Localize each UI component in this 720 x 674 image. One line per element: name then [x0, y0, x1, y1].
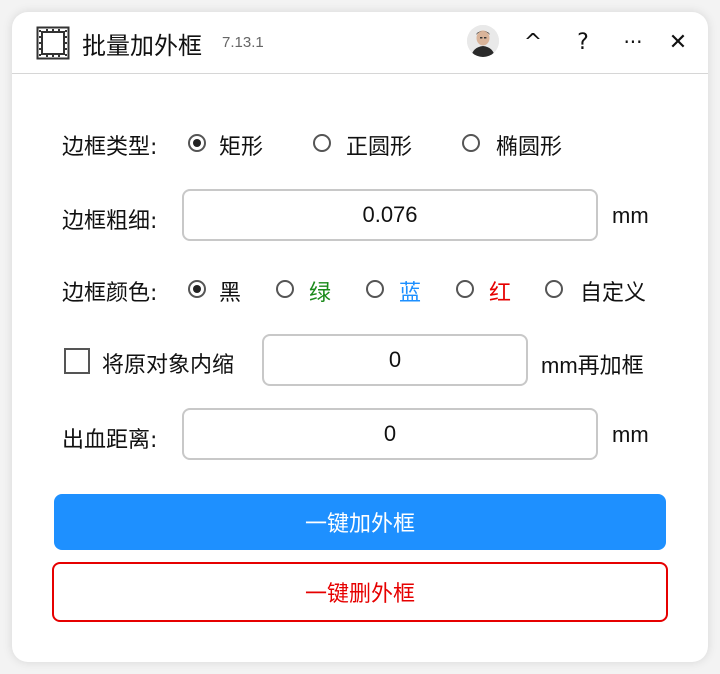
- option-ellipse-label: 椭圆形: [496, 135, 563, 160]
- color-custom-label: 自定义: [580, 281, 647, 306]
- collapse-button[interactable]: ^: [516, 26, 550, 58]
- help-button[interactable]: ?: [566, 26, 600, 58]
- shrink-label: 将原对象内缩: [102, 353, 235, 378]
- color-black-label: 黑: [219, 281, 242, 306]
- border-width-label: 边框粗细:: [62, 209, 158, 234]
- radio-rectangle[interactable]: [188, 134, 206, 152]
- radio-color-blue[interactable]: [366, 280, 384, 298]
- app-frame-icon: [36, 26, 70, 60]
- border-width-unit: mm: [612, 203, 649, 228]
- remove-frame-button[interactable]: 一键删外框: [52, 562, 668, 622]
- more-button[interactable]: ···: [616, 26, 650, 58]
- shrink-input[interactable]: 0: [262, 334, 528, 386]
- remove-frame-label: 一键删外框: [304, 582, 415, 607]
- radio-color-custom[interactable]: [545, 280, 563, 298]
- color-red-label: 红: [489, 281, 512, 306]
- chevron-up-icon: ^: [523, 29, 543, 55]
- title-bar: 批量加外框 7.13.1 ^ ? ··· ✕: [12, 12, 708, 74]
- color-green-label: 绿: [309, 281, 332, 306]
- radio-color-red[interactable]: [456, 280, 474, 298]
- border-color-label: 边框颜色:: [62, 281, 158, 306]
- radio-ellipse[interactable]: [462, 134, 480, 152]
- radio-color-green[interactable]: [276, 280, 294, 298]
- option-circle-label: 正圆形: [346, 135, 413, 160]
- radio-circle[interactable]: [313, 134, 331, 152]
- color-blue-label: 蓝: [399, 281, 422, 306]
- shrink-unit: mm再加框: [541, 353, 644, 378]
- add-frame-button[interactable]: 一键加外框: [54, 494, 666, 550]
- main-window: 批量加外框 7.13.1 ^ ? ··· ✕ 边框类型: 矩形 正圆形 椭圆形 …: [12, 12, 708, 662]
- bleed-unit: mm: [612, 422, 649, 447]
- border-type-label: 边框类型:: [62, 135, 158, 160]
- shrink-checkbox[interactable]: [64, 348, 90, 374]
- bleed-input[interactable]: 0: [182, 408, 598, 460]
- help-icon: ?: [577, 29, 589, 55]
- window-title: 批量加外框: [82, 32, 202, 60]
- close-button[interactable]: ✕: [661, 26, 695, 58]
- radio-color-black[interactable]: [188, 280, 206, 298]
- version-label: 7.13.1: [222, 34, 264, 51]
- bleed-label: 出血距离:: [62, 428, 158, 453]
- close-icon: ✕: [668, 29, 688, 55]
- border-width-input[interactable]: 0.076: [182, 189, 598, 241]
- add-frame-label: 一键加外框: [304, 512, 415, 537]
- user-avatar[interactable]: [467, 25, 499, 57]
- more-icon: ···: [623, 30, 643, 54]
- option-rectangle-label: 矩形: [219, 135, 264, 160]
- avatar-person-icon: [467, 25, 499, 57]
